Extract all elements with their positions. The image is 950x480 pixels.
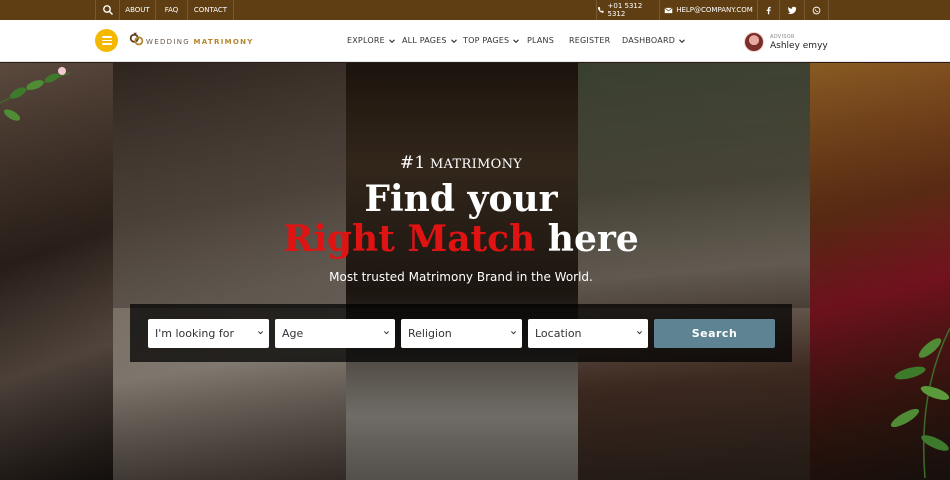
chevron-down-icon: [510, 331, 517, 335]
topbar-link-contact[interactable]: CONTACT: [188, 0, 234, 20]
religion-select[interactable]: Religion: [401, 319, 522, 348]
facebook-icon: [766, 6, 771, 14]
nav-all-pages[interactable]: ALL PAGES: [402, 36, 458, 45]
chevron-down-icon: [388, 38, 395, 43]
looking-for-select[interactable]: I'm looking for: [148, 319, 269, 348]
search-icon: [102, 5, 113, 16]
chevron-down-icon: [383, 331, 390, 335]
leaves-decoration-icon: [0, 67, 71, 121]
chevron-down-icon: [679, 38, 685, 43]
phone-number: +01 5312 5312: [607, 2, 643, 18]
nav-explore[interactable]: EXPLORE: [347, 36, 396, 45]
user-name[interactable]: Ashley emyy: [770, 41, 828, 51]
brand-prefix: WEDDING: [146, 38, 190, 46]
age-select[interactable]: Age: [275, 319, 395, 348]
email-address: HELP@COMPANY.COM: [676, 6, 753, 14]
topbar-link-label: FAQ: [164, 6, 179, 14]
nav-label: PLANS: [527, 36, 554, 45]
whatsapp-icon: [812, 6, 821, 14]
menu-bar: [101, 43, 112, 45]
headline-highlight: Right Match: [283, 218, 536, 260]
main-header: WEDDING MATRIMONY EXPLORE ALL PAGES TOP …: [0, 20, 950, 62]
hamburger-menu-button[interactable]: [95, 29, 118, 52]
topbar-search-button[interactable]: [95, 0, 120, 20]
hero-headline-line1: Find your: [364, 178, 558, 220]
hero-subtitle: Most trusted Matrimony Brand in the Worl…: [329, 270, 593, 284]
hero-headline-line2: Right Match here: [0, 218, 922, 260]
menu-bar: [101, 39, 112, 42]
eyebrow-text: MATRIMONY: [429, 157, 523, 172]
whatsapp-link[interactable]: [805, 0, 829, 20]
brand-logo-text[interactable]: WEDDING MATRIMONY: [146, 38, 254, 46]
chevron-down-icon: [257, 331, 264, 335]
nav-label: REGISTER: [569, 36, 611, 45]
search-button[interactable]: Search: [654, 319, 775, 348]
facebook-link[interactable]: [758, 0, 780, 20]
nav-label: TOP PAGES: [463, 36, 510, 45]
select-value: Location: [535, 327, 582, 340]
select-value: I'm looking for: [155, 327, 234, 340]
topbar-link-label: CONTACT: [193, 6, 228, 14]
user-role-label: ADVISOR: [770, 34, 795, 40]
topbar-link-label: ABOUT: [125, 6, 150, 14]
user-avatar[interactable]: [744, 32, 764, 52]
brand-highlight: MATRIMONY: [193, 38, 254, 46]
nav-plans[interactable]: PLANS: [527, 36, 554, 45]
topbar-link-about[interactable]: ABOUT: [120, 0, 156, 20]
mail-icon: [664, 7, 673, 13]
topbar-email[interactable]: HELP@COMPANY.COM: [660, 0, 758, 20]
leaves-decoration-icon: [890, 327, 950, 478]
nav-register[interactable]: REGISTER: [569, 36, 610, 45]
nav-label: ALL PAGES: [402, 36, 447, 45]
location-select[interactable]: Location: [528, 319, 648, 348]
nav-label: DASHBOARD: [622, 36, 676, 45]
nav-label: EXPLORE: [347, 36, 385, 45]
chevron-down-icon: [450, 38, 457, 43]
twitter-link[interactable]: [780, 0, 805, 20]
rings-logo-icon[interactable]: [128, 31, 146, 49]
headline-tail: here: [547, 218, 639, 260]
phone-icon: [597, 7, 604, 13]
topbar-phone[interactable]: +01 5312 5312: [596, 0, 660, 20]
topbar-link-faq[interactable]: FAQ: [156, 0, 188, 20]
twitter-icon: [787, 6, 797, 14]
top-utility-bar: ABOUT FAQ CONTACT +01 5312 5312 HELP@COM…: [0, 0, 950, 20]
hero-eyebrow: #1 MATRIMONY: [0, 153, 922, 173]
select-value: Religion: [408, 327, 452, 340]
eyebrow-number: #1: [399, 153, 426, 173]
chevron-down-icon: [636, 331, 643, 335]
select-value: Age: [282, 327, 304, 340]
chevron-down-icon: [513, 38, 520, 43]
nav-dashboard[interactable]: DASHBOARD: [622, 36, 686, 45]
nav-top-pages[interactable]: TOP PAGES: [463, 36, 520, 45]
menu-bar: [101, 36, 112, 38]
